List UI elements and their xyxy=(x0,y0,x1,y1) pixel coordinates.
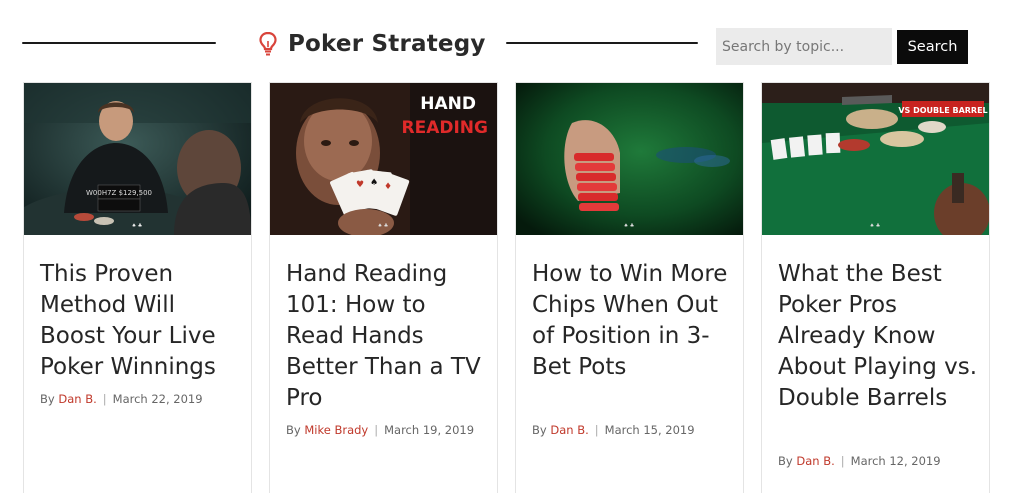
article-thumbnail[interactable]: VS DOUBLE BARREL ♠ ♣ xyxy=(762,83,989,235)
author-link[interactable]: Mike Brady xyxy=(304,423,368,437)
poker-player-photo: W00H7Z $129,500 ♠ ♣ xyxy=(24,83,251,235)
article-date: March 19, 2019 xyxy=(384,423,475,437)
meta-separator: | xyxy=(102,392,107,406)
search-input[interactable] xyxy=(716,28,892,65)
watermark-logo: ♠ ♣ xyxy=(624,223,635,229)
watermark-logo: ♠ ♣ xyxy=(870,223,881,229)
thumbnail-headline-line2: READING xyxy=(402,118,488,138)
player-name-plate: W00H7Z $129,500 xyxy=(86,189,152,197)
article-meta: By Mike Brady | March 19, 2019 xyxy=(286,423,474,437)
header-divider-right xyxy=(506,42,698,44)
article-title[interactable]: Hand Reading 101: How to Read Hands Bett… xyxy=(286,259,486,414)
section-header: Poker Strategy Search xyxy=(0,0,1030,80)
watermark-logo: ♠ ♣ xyxy=(378,223,389,229)
article-date: March 15, 2019 xyxy=(604,423,695,437)
article-title[interactable]: What the Best Poker Pros Already Know Ab… xyxy=(778,259,978,414)
watermark-logo: ♠ ♣ xyxy=(132,223,143,229)
meta-separator: | xyxy=(840,454,845,468)
header-divider-left xyxy=(22,42,216,44)
article-date: March 22, 2019 xyxy=(112,392,203,406)
article-card[interactable]: W00H7Z $129,500 ♠ ♣ This Proven Method W… xyxy=(23,82,252,493)
article-thumbnail[interactable]: ♠ ♣ xyxy=(516,83,743,235)
hand-reading-photo: ♥ ♠ ♦ HAND READING ♠ ♣ xyxy=(270,83,497,235)
article-title[interactable]: How to Win More Chips When Out of Positi… xyxy=(532,259,732,383)
article-card[interactable]: VS DOUBLE BARREL ♠ ♣ What the Best Poker… xyxy=(761,82,990,493)
article-title[interactable]: This Proven Method Will Boost Your Live … xyxy=(40,259,240,383)
svg-text:♠: ♠ xyxy=(370,178,378,188)
article-thumbnail[interactable]: ♥ ♠ ♦ HAND READING ♠ ♣ xyxy=(270,83,497,235)
article-date: March 12, 2019 xyxy=(850,454,941,468)
by-label: By xyxy=(286,423,301,437)
meta-separator: | xyxy=(374,423,379,437)
section-title-wrap: Poker Strategy xyxy=(258,28,486,60)
article-card[interactable]: ♥ ♠ ♦ HAND READING ♠ ♣ Hand Reading 101:… xyxy=(269,82,498,493)
thumbnail-headline: VS DOUBLE BARREL xyxy=(898,106,987,115)
page-title: Poker Strategy xyxy=(288,31,486,57)
article-card[interactable]: ♠ ♣ How to Win More Chips When Out of Po… xyxy=(515,82,744,493)
double-barrel-photo: VS DOUBLE BARREL ♠ ♣ xyxy=(762,83,989,235)
article-meta: By Dan B. | March 22, 2019 xyxy=(40,392,203,406)
thumbnail-headline-line1: HAND xyxy=(420,94,476,114)
meta-separator: | xyxy=(594,423,599,437)
article-thumbnail[interactable]: W00H7Z $129,500 ♠ ♣ xyxy=(24,83,251,235)
author-link[interactable]: Dan B. xyxy=(58,392,96,406)
author-link[interactable]: Dan B. xyxy=(550,423,588,437)
by-label: By xyxy=(40,392,55,406)
svg-text:♥: ♥ xyxy=(356,180,364,190)
chip-stack-photo: ♠ ♣ xyxy=(516,83,743,235)
svg-text:♦: ♦ xyxy=(384,182,392,192)
article-meta: By Dan B. | March 15, 2019 xyxy=(532,423,695,437)
search-button[interactable]: Search xyxy=(897,30,968,64)
author-link[interactable]: Dan B. xyxy=(796,454,834,468)
lightbulb-icon xyxy=(259,31,277,56)
article-meta: By Dan B. | March 12, 2019 xyxy=(778,454,941,468)
by-label: By xyxy=(532,423,547,437)
by-label: By xyxy=(778,454,793,468)
